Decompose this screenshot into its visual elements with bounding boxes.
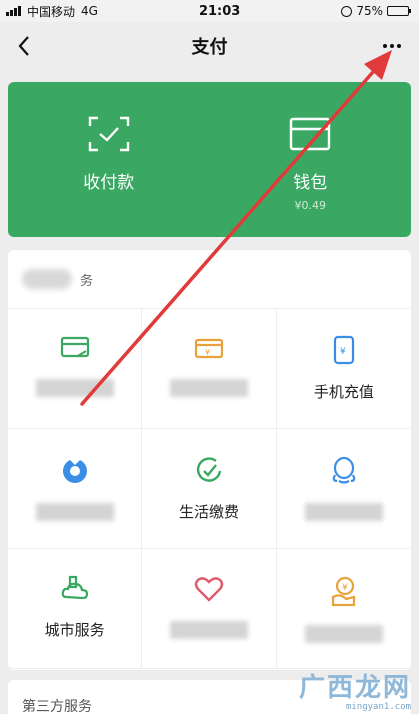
svg-text:¥: ¥ — [342, 583, 348, 593]
page-title: 支付 — [191, 37, 228, 58]
services-grid: ¥ ¥ 手机充值 生活缴费 城市服务 ¥ — [8, 308, 411, 669]
services-header: 务 — [8, 250, 411, 308]
services-header-suffix: 务 — [80, 273, 94, 289]
blurred-text — [35, 379, 114, 397]
status-right: 75% — [341, 4, 411, 18]
svg-text:¥: ¥ — [205, 348, 210, 357]
wallet-balance: ¥0.49 — [294, 199, 327, 212]
status-time: 21:03 — [198, 3, 241, 19]
wallet-label: 钱包 — [293, 173, 328, 193]
status-bar: 中国移动 4G 21:03 75% — [0, 0, 419, 22]
services-panel: 务 ¥ ¥ 手机充值 生活缴费 城市服务 ¥ — [8, 250, 411, 670]
network-type: 4G — [81, 4, 98, 18]
service-item[interactable]: 城市服务 — [8, 549, 143, 669]
phone-recharge-icon: ¥ — [333, 335, 354, 365]
blurred-text — [169, 379, 248, 397]
service-item[interactable]: ¥ 手机充值 — [276, 309, 411, 429]
receive-pay-label: 收付款 — [83, 173, 135, 193]
signal-icon — [6, 6, 21, 16]
blurred-text — [169, 621, 248, 639]
blurred-text — [35, 503, 114, 521]
scan-frame-icon — [88, 116, 129, 152]
coin-hand-icon: ¥ — [331, 576, 355, 607]
service-item[interactable] — [276, 429, 411, 549]
receive-pay-button[interactable]: 收付款 — [8, 82, 210, 237]
blurred-text — [22, 269, 72, 289]
service-item[interactable]: ¥ — [142, 309, 277, 429]
more-dot-icon — [383, 44, 387, 48]
service-item[interactable]: ¥ — [276, 549, 411, 669]
battery-icon — [386, 6, 411, 16]
wallet-icon — [290, 117, 331, 151]
service-label: 手机充值 — [313, 383, 374, 401]
qq-penguin-icon — [332, 456, 356, 484]
nav-bar: 支付 — [0, 22, 419, 70]
wallet-card: 收付款 钱包 ¥0.49 — [8, 82, 411, 237]
city-cloud-icon — [61, 575, 88, 600]
watermark-brand: 广西龙网 — [298, 673, 411, 703]
rotation-lock-icon — [341, 5, 353, 17]
more-dot-icon — [397, 44, 401, 48]
watermark: 广西龙网 mingyan1.com — [299, 674, 411, 712]
service-item[interactable] — [8, 429, 143, 549]
back-button[interactable] — [10, 32, 38, 60]
service-label: 生活缴费 — [178, 503, 239, 521]
blurred-text — [304, 625, 383, 643]
check-circle-icon — [196, 457, 222, 482]
status-left: 中国移动 4G — [6, 3, 98, 20]
service-item[interactable] — [142, 549, 277, 669]
battery-percent: 75% — [356, 4, 383, 18]
wallet-button[interactable]: 钱包 ¥0.49 — [210, 82, 412, 237]
credit-card-icon — [60, 336, 89, 358]
third-party-label: 第三方服务 — [22, 699, 92, 714]
service-label: 城市服务 — [44, 621, 105, 639]
heart-icon — [194, 577, 224, 602]
drop-circle-icon — [62, 459, 87, 483]
carrier-name: 中国移动 — [27, 4, 76, 19]
service-item[interactable] — [8, 309, 143, 429]
more-dot-icon — [390, 44, 394, 48]
chevron-left-icon — [18, 36, 29, 56]
wallet-box-icon: ¥ — [194, 338, 224, 359]
service-item[interactable]: 生活缴费 — [142, 429, 277, 549]
more-button[interactable] — [379, 34, 405, 58]
blurred-text — [304, 503, 383, 521]
watermark-domain: mingyan1.com — [345, 702, 411, 712]
svg-text:¥: ¥ — [340, 347, 346, 357]
